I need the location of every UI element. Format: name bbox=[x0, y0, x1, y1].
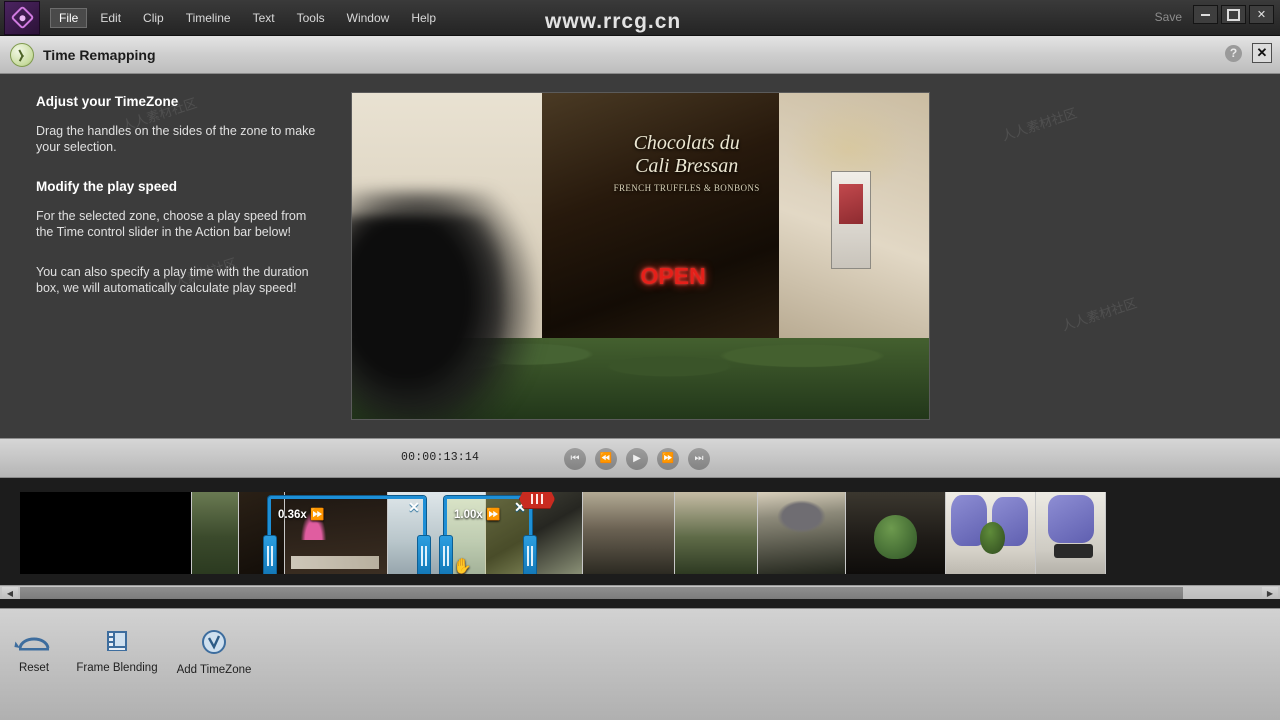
app-logo-icon bbox=[4, 0, 40, 35]
panel-close-icon[interactable]: ✕ bbox=[1252, 43, 1272, 63]
zone-handle-left[interactable] bbox=[263, 535, 277, 574]
sign-line-1: Chocolats du bbox=[633, 132, 740, 155]
timecode-display: 00:00:13:14 bbox=[401, 451, 480, 464]
menu-item-file[interactable]: File bbox=[50, 7, 88, 28]
main-body: 人人素材社区 人人素材社区 人人素材社区 人人素材社区 Adjust your … bbox=[0, 74, 1280, 438]
menu-item-window[interactable]: Window bbox=[338, 8, 399, 28]
go-to-start-button[interactable]: ⏮ bbox=[564, 448, 586, 470]
preview-poster bbox=[830, 171, 872, 270]
page-title: Time Remapping bbox=[43, 46, 156, 63]
timezone-clock-icon bbox=[10, 42, 34, 67]
playhead-marker[interactable] bbox=[519, 492, 555, 509]
list-item[interactable] bbox=[583, 492, 675, 574]
instruction-body-3: You can also specify a play time with th… bbox=[36, 265, 309, 295]
menu-item-text[interactable]: Text bbox=[244, 8, 284, 28]
timeline-scrollbar[interactable]: ◀ ▶ bbox=[0, 585, 1280, 599]
minimize-icon[interactable] bbox=[1193, 5, 1218, 24]
clock-icon bbox=[202, 630, 226, 654]
zone-close-icon[interactable]: ✕ bbox=[407, 500, 421, 515]
zone-handle-right[interactable] bbox=[523, 535, 537, 574]
instruction-heading-2: Modify the play speed bbox=[36, 179, 178, 194]
help-icon[interactable]: ? bbox=[1225, 44, 1242, 62]
list-item[interactable] bbox=[1036, 492, 1106, 574]
sign-line-2: Cali Bressan bbox=[635, 155, 739, 178]
filmstrip-icon bbox=[107, 631, 127, 651]
list-item[interactable] bbox=[20, 492, 192, 574]
sign-line-3: FRENCH TRUFFLES & BONBONS bbox=[613, 183, 760, 194]
menu-item-clip[interactable]: Clip bbox=[134, 8, 173, 28]
timeline-thumbnails bbox=[20, 492, 1106, 574]
menu-item-timeline[interactable]: Timeline bbox=[177, 8, 240, 28]
undo-arrow-icon bbox=[14, 637, 50, 651]
scroll-right-icon[interactable]: ▶ bbox=[1262, 587, 1278, 599]
timezone-1[interactable]: 0.36x ⏩ ✕ bbox=[263, 496, 431, 574]
zone-handle-right[interactable] bbox=[417, 535, 431, 574]
window-controls: ✕ bbox=[1193, 5, 1274, 24]
list-item[interactable] bbox=[758, 492, 846, 574]
scroll-left-icon[interactable]: ◀ bbox=[2, 587, 18, 599]
list-item[interactable] bbox=[192, 492, 239, 574]
menu-item-tools[interactable]: Tools bbox=[288, 8, 334, 28]
menu-item-edit[interactable]: Edit bbox=[91, 8, 130, 28]
hand-cursor-icon: ✋ bbox=[453, 558, 472, 574]
preview-foreground-blur bbox=[352, 216, 503, 419]
instruction-body-1: Drag the handles on the sides of the zon… bbox=[36, 124, 316, 154]
go-to-end-button[interactable]: ⏭ bbox=[688, 448, 710, 470]
frame-blending-tool[interactable]: Frame Blending bbox=[69, 629, 165, 674]
timeline-strip[interactable]: 0.36x ⏩ ✕ 1.00x ⏩ ✕ ✋ ◀ ▶ bbox=[0, 478, 1280, 608]
watermark-url: www.rrcg.cn bbox=[545, 10, 682, 33]
list-item[interactable] bbox=[846, 492, 946, 574]
frame-blending-label: Frame Blending bbox=[76, 662, 158, 674]
video-preview[interactable]: Chocolats du Cali Bressan FRENCH TRUFFLE… bbox=[351, 92, 930, 420]
add-timezone-tool[interactable]: Add TimeZone bbox=[166, 629, 262, 676]
list-item[interactable] bbox=[675, 492, 758, 574]
menu-bar: File Edit Clip Timeline Text Tools Windo… bbox=[48, 0, 447, 35]
play-button[interactable]: ▶ bbox=[626, 448, 648, 470]
panel-header: Time Remapping ? ✕ bbox=[0, 36, 1280, 74]
instructions-panel: Adjust your TimeZone Drag the handles on… bbox=[36, 94, 326, 320]
transport-buttons: ⏮ ⏪ ▶ ⏩ ⏭ bbox=[564, 448, 710, 470]
step-forward-button[interactable]: ⏩ bbox=[657, 448, 679, 470]
list-item[interactable] bbox=[946, 492, 1036, 574]
scrollbar-thumb[interactable] bbox=[20, 587, 1183, 599]
transport-bar: 00:00:13:14 ⏮ ⏪ ▶ ⏩ ⏭ Render ◁▪▷ bbox=[0, 438, 1280, 478]
maximize-icon[interactable] bbox=[1221, 5, 1246, 24]
close-icon[interactable]: ✕ bbox=[1249, 5, 1274, 24]
instruction-body-2: For the selected zone, choose a play spe… bbox=[36, 209, 307, 239]
speed-badge: 0.36x ⏩ bbox=[278, 509, 325, 521]
save-button[interactable]: Save bbox=[1155, 10, 1182, 24]
action-bar: Reset Frame Blending Add TimeZone Forwar… bbox=[0, 608, 1280, 720]
preview-shop-sign: Chocolats du Cali Bressan FRENCH TRUFFLE… bbox=[565, 132, 807, 193]
open-neon-sign: OPEN bbox=[640, 262, 706, 289]
add-timezone-label: Add TimeZone bbox=[176, 664, 252, 676]
zone-handle-left[interactable] bbox=[439, 535, 453, 574]
menu-item-help[interactable]: Help bbox=[402, 8, 445, 28]
step-back-button[interactable]: ⏪ bbox=[595, 448, 617, 470]
instruction-heading-1: Adjust your TimeZone bbox=[36, 94, 179, 109]
speed-badge: 1.00x ⏩ bbox=[454, 509, 501, 521]
time-remapping-window: File Edit Clip Timeline Text Tools Windo… bbox=[0, 0, 1280, 720]
